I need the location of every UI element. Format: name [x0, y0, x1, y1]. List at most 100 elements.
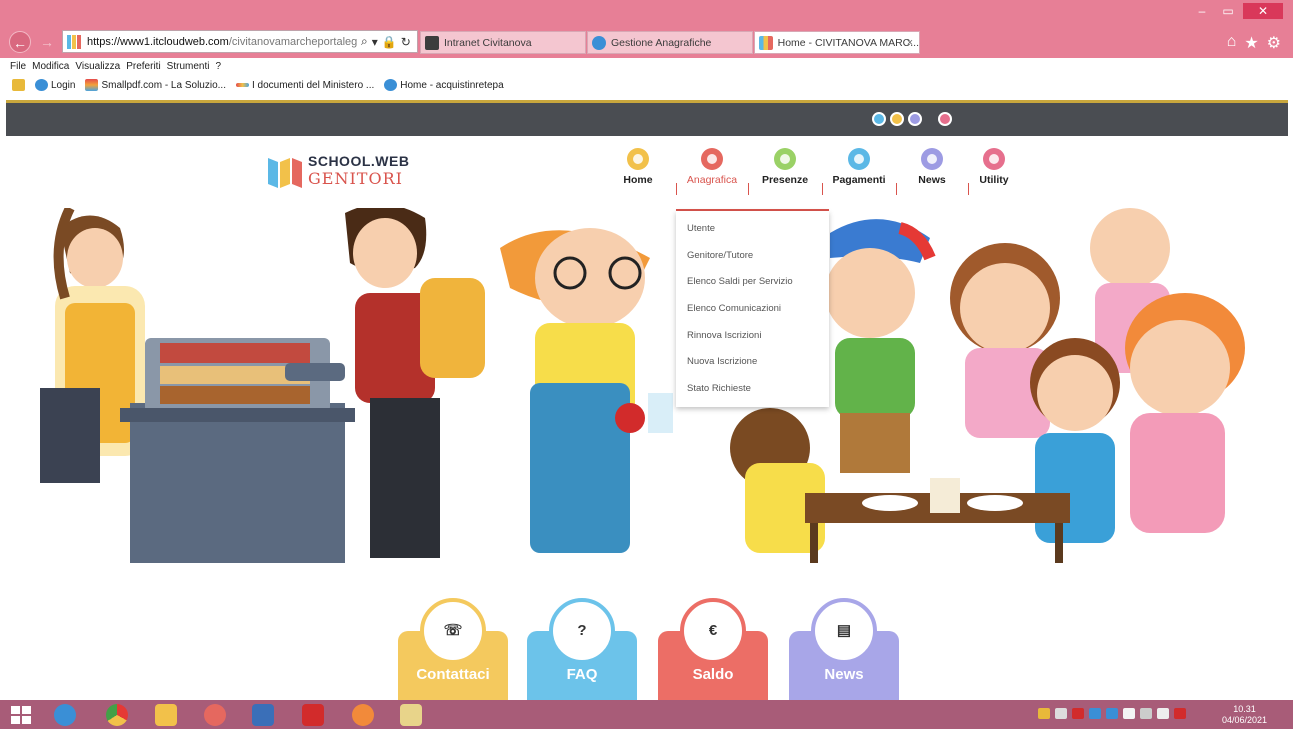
- dropdown-item-utente[interactable]: Utente: [676, 219, 829, 246]
- home-icon[interactable]: ⌂: [1227, 33, 1237, 53]
- back-button[interactable]: ←: [9, 31, 31, 53]
- favorite-smallpdf[interactable]: Smallpdf.com - La Soluzio...: [85, 79, 226, 91]
- clock-date: 04/06/2021: [1222, 715, 1268, 725]
- url-path: /civitanovamarcheportalegen: [228, 35, 357, 48]
- menu-bar: File Modifica Visualizza Preferiti Strum…: [0, 58, 1293, 75]
- news-button[interactable]: ▤ News: [789, 598, 899, 706]
- sync-icon[interactable]: [1106, 708, 1118, 719]
- faq-button[interactable]: ? FAQ: [527, 598, 637, 706]
- nav-label: Home: [623, 174, 653, 186]
- gear-icon[interactable]: ⚙: [1267, 33, 1281, 53]
- search-icon[interactable]: ⌕: [361, 34, 368, 49]
- payment-icon: [848, 148, 870, 170]
- dropdown-item-rinnova-iscrizioni[interactable]: Rinnova Iscrizioni: [676, 326, 829, 353]
- nav-divider: [748, 183, 749, 195]
- maximize-button[interactable]: ▭: [1217, 3, 1239, 19]
- menu-file[interactable]: File: [10, 61, 26, 72]
- menu-preferiti[interactable]: Preferiti: [126, 61, 160, 72]
- logo-subtitle: GENITORI: [308, 169, 403, 188]
- chrome-icon[interactable]: [106, 704, 128, 726]
- volume-icon[interactable]: [1157, 708, 1169, 719]
- nav-label: Pagamenti: [832, 174, 886, 186]
- network-app-icon[interactable]: [1089, 708, 1101, 719]
- site-logo[interactable]: SCHOOL.WEB GENITORI: [268, 153, 409, 188]
- acrobat-icon[interactable]: [302, 704, 324, 726]
- window-controls: – ▭ ✕: [1191, 3, 1283, 21]
- nav-utility[interactable]: Utility: [959, 148, 1029, 186]
- schoolweb-favicon-icon: [67, 34, 83, 49]
- logout-icon[interactable]: [938, 112, 952, 126]
- menu-visualizza[interactable]: Visualizza: [75, 61, 120, 72]
- refresh-icon[interactable]: ↻: [401, 35, 411, 49]
- menu-modifica[interactable]: Modifica: [32, 61, 69, 72]
- favorites-add-icon[interactable]: [12, 79, 25, 91]
- dropdown-item-elenco-comunicazioni[interactable]: Elenco Comunicazioni: [676, 299, 829, 326]
- minimize-button[interactable]: –: [1191, 3, 1213, 19]
- favorite-label: Login: [51, 79, 76, 91]
- speaker-icon[interactable]: [1123, 708, 1135, 719]
- windows-start-icon[interactable]: [10, 704, 32, 726]
- site-top-strip: [6, 100, 1288, 136]
- internet-explorer-icon[interactable]: [54, 704, 76, 726]
- favorites-star-icon[interactable]: ★: [1244, 33, 1258, 53]
- close-window-button[interactable]: ✕: [1243, 3, 1283, 19]
- url-host: https://www1.itcloudweb.com: [87, 35, 229, 48]
- hero-illustration: [0, 204, 1293, 563]
- notes-icon[interactable]: [400, 704, 422, 726]
- favorites-bar: Login Smallpdf.com - La Soluzio... I doc…: [0, 75, 1293, 95]
- dropdown-item-elenco-saldi[interactable]: Elenco Saldi per Servizio: [676, 272, 829, 299]
- ministero-icon: [235, 83, 249, 87]
- flag-icon[interactable]: [1174, 708, 1186, 719]
- nav-pagamenti[interactable]: Pagamenti: [824, 148, 894, 186]
- nav-presenze[interactable]: Presenze: [750, 148, 820, 186]
- document-icon[interactable]: [252, 704, 274, 726]
- favorite-ministero[interactable]: I documenti del Ministero ...: [235, 79, 375, 91]
- menu-help[interactable]: ?: [215, 61, 221, 72]
- notifications-icon[interactable]: [908, 112, 922, 126]
- clock[interactable]: 10.31 04/06/2021: [1222, 704, 1267, 726]
- shield-icon[interactable]: [1038, 708, 1050, 719]
- monitor-icon[interactable]: [1055, 708, 1067, 719]
- nav-divider: [822, 183, 823, 195]
- question-icon: ?: [549, 598, 615, 664]
- cook-figure: [40, 205, 145, 483]
- address-url[interactable]: https://www1.itcloudweb.com/civitanovama…: [87, 36, 357, 48]
- nav-label: Utility: [979, 174, 1009, 186]
- tab-intranet[interactable]: Intranet Civitanova: [420, 31, 586, 54]
- settings-icon[interactable]: [872, 112, 886, 126]
- firefox-icon[interactable]: [352, 704, 374, 726]
- favorite-login[interactable]: Login: [35, 79, 75, 91]
- home-icon: [627, 148, 649, 170]
- dropdown-icon[interactable]: ▾: [372, 35, 378, 49]
- tab-home-civitanova[interactable]: Home - CIVITANOVA MARC... ×: [754, 31, 920, 54]
- ie-icon: [592, 35, 606, 50]
- chart-icon[interactable]: [1072, 708, 1084, 719]
- address-bar[interactable]: https://www1.itcloudweb.com/civitanovama…: [62, 30, 418, 53]
- nav-anagrafica[interactable]: Anagrafica: [677, 148, 747, 186]
- help-icon[interactable]: [890, 112, 904, 126]
- schoolweb-logo-icon: [268, 154, 302, 188]
- girl-glasses-figure: [500, 228, 673, 553]
- favorite-label: I documenti del Ministero ...: [251, 79, 375, 91]
- saldo-button[interactable]: € Saldo: [658, 598, 768, 706]
- ie-icon: [384, 79, 398, 91]
- nav-label: News: [918, 174, 946, 186]
- tab-gestione-anagrafiche[interactable]: Gestione Anagrafiche: [587, 31, 753, 54]
- dropdown-item-nuova-iscrizione[interactable]: Nuova Iscrizione: [676, 352, 829, 379]
- file-explorer-icon[interactable]: [155, 704, 177, 726]
- nav-news[interactable]: News: [897, 148, 967, 186]
- menu-strumenti[interactable]: Strumenti: [167, 61, 210, 72]
- forward-button[interactable]: →: [36, 31, 58, 53]
- dropdown-item-genitore-tutore[interactable]: Genitore/Tutore: [676, 246, 829, 273]
- nav-home[interactable]: Home: [603, 148, 673, 186]
- close-tab-icon[interactable]: ×: [907, 37, 913, 49]
- browser-chrome: ← → https://www1.itcloudweb.com/civitano…: [0, 0, 1293, 58]
- favorite-acquistinretepa[interactable]: Home - acquistinretepa: [384, 79, 504, 91]
- mail-icon[interactable]: [204, 704, 226, 726]
- link-icon: [983, 148, 1005, 170]
- contattaci-button[interactable]: ☏ Contattaci: [398, 598, 508, 706]
- wifi-icon[interactable]: [1140, 708, 1152, 719]
- dropdown-item-stato-richieste[interactable]: Stato Richieste: [676, 379, 829, 406]
- browser-toolbar-icons: ⌂ ★ ⚙: [1227, 33, 1281, 53]
- intranet-icon: [425, 35, 439, 50]
